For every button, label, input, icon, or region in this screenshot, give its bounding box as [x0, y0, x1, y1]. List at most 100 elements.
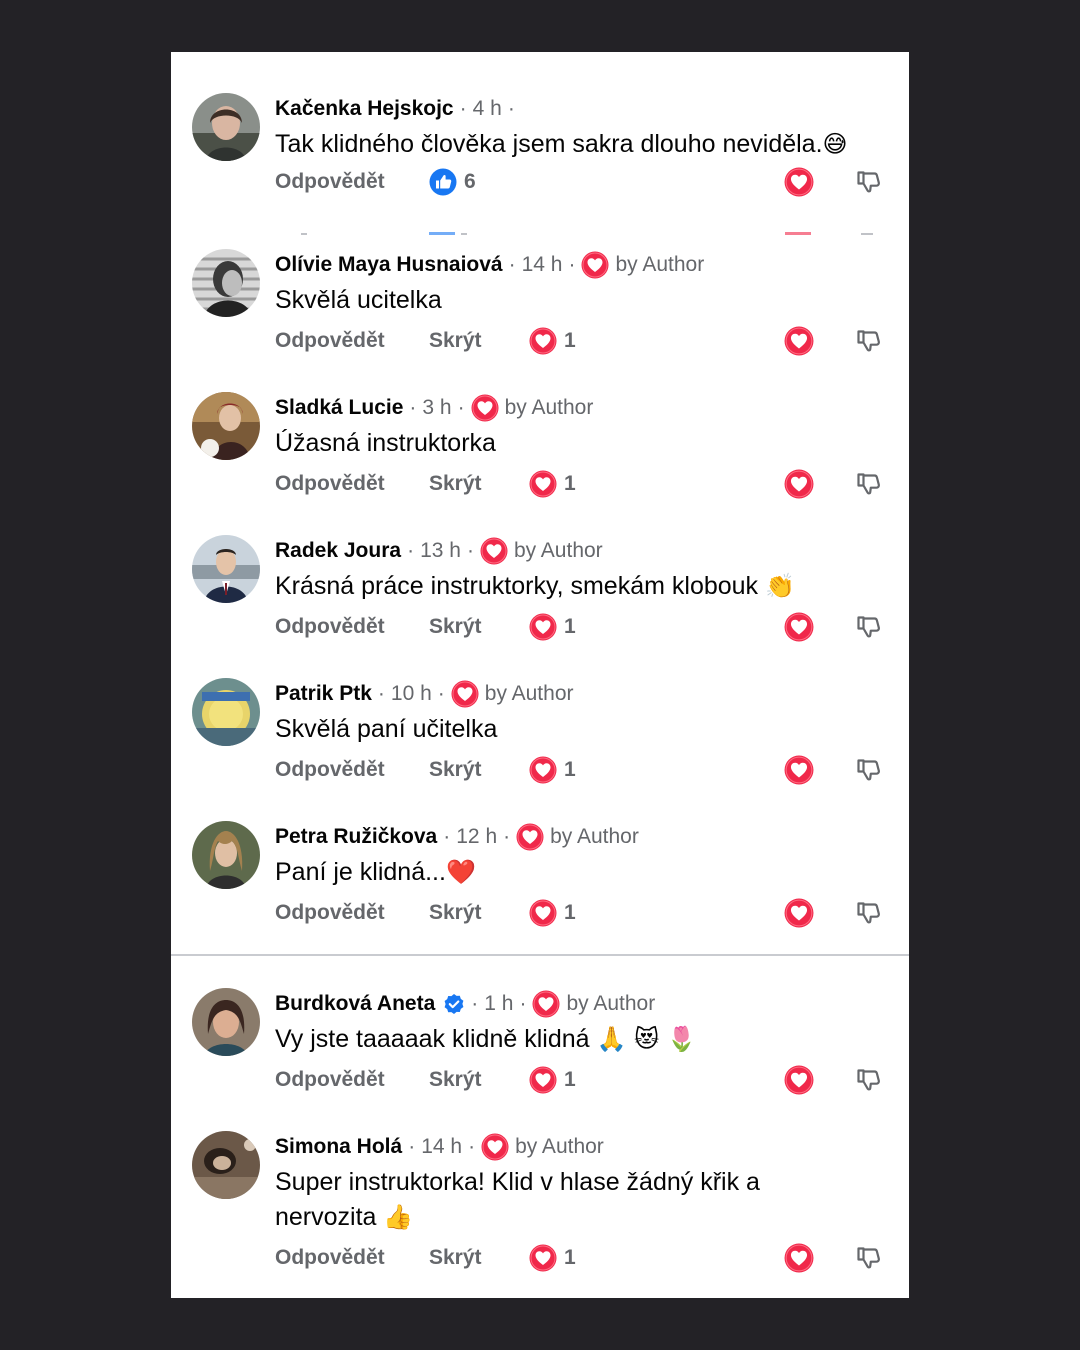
reply-button[interactable]: Odpovědět	[275, 901, 429, 925]
hide-button[interactable]: Skrýt	[429, 1246, 529, 1270]
heart-icon	[784, 326, 814, 356]
timestamp[interactable]: 4 h	[473, 97, 502, 121]
avatar[interactable]	[192, 988, 260, 1056]
emoji: 👏	[765, 572, 795, 600]
timestamp[interactable]: 12 h	[456, 825, 497, 849]
love-button[interactable]	[784, 1243, 814, 1273]
avatar[interactable]	[192, 535, 260, 603]
hide-button[interactable]: Skrýt	[429, 758, 529, 782]
timestamp[interactable]: 14 h	[421, 1135, 462, 1159]
hide-button[interactable]: Skrýt	[429, 472, 529, 496]
comment-meta: Simona Holá · 14 h · by Author	[275, 1133, 604, 1161]
hide-button[interactable]: Skrýt	[429, 1068, 529, 1092]
reply-button[interactable]: Odpovědět	[275, 758, 429, 782]
dislike-button[interactable]	[854, 168, 882, 196]
avatar[interactable]	[192, 821, 260, 889]
reply-button[interactable]: Odpovědět	[275, 1068, 429, 1092]
reaction-summary[interactable]: 1	[529, 899, 576, 927]
separator: ·	[471, 992, 479, 1015]
love-button[interactable]	[784, 1065, 814, 1095]
heart-icon	[784, 755, 814, 785]
reaction-summary[interactable]: 6	[429, 168, 476, 196]
love-button[interactable]	[784, 898, 814, 928]
timestamp[interactable]: 10 h	[391, 682, 432, 706]
hide-button[interactable]: Skrýt	[429, 615, 529, 639]
comment-body: Tak klidného člověka jsem sakra dlouho n…	[275, 130, 823, 158]
reaction-summary[interactable]: 1	[529, 756, 576, 784]
comment-body: Úžasná instruktorka	[275, 429, 496, 457]
comment-meta: Petra Ružičkova · 12 h · by Author	[275, 823, 639, 851]
reaction-count: 1	[564, 1246, 576, 1269]
timestamp[interactable]: 14 h	[522, 253, 563, 277]
author-name[interactable]: Simona Holá	[275, 1135, 402, 1159]
dislike-button[interactable]	[854, 613, 882, 641]
separator: ·	[468, 1135, 476, 1158]
dislike-button[interactable]	[854, 1066, 882, 1094]
reply-button[interactable]: Odpovědět	[275, 329, 429, 353]
author-name[interactable]: Petra Ružičkova	[275, 825, 437, 849]
dislike-button[interactable]	[854, 756, 882, 784]
heart-icon	[581, 251, 609, 279]
thumbs-down-icon	[854, 613, 882, 641]
dislike-button[interactable]	[854, 1244, 882, 1272]
heart-icon	[451, 680, 479, 708]
thumbs-down-icon	[854, 756, 882, 784]
reaction-summary[interactable]: 1	[529, 470, 576, 498]
heart-icon	[529, 470, 557, 498]
reaction-summary[interactable]: 1	[529, 613, 576, 641]
love-button[interactable]	[784, 755, 814, 785]
dislike-button[interactable]	[854, 327, 882, 355]
timestamp[interactable]: 13 h	[420, 539, 461, 563]
by-author-label: by Author	[515, 1135, 604, 1158]
comment-meta: Radek Joura · 13 h · by Author	[275, 537, 603, 565]
author-name[interactable]: Olívie Maya Husnaiová	[275, 253, 503, 277]
by-author-label: by Author	[504, 396, 594, 419]
reaction-summary[interactable]: 1	[529, 1244, 576, 1272]
avatar[interactable]	[192, 392, 260, 460]
dislike-button[interactable]	[854, 470, 882, 498]
reaction-summary[interactable]: 1	[529, 1066, 576, 1094]
comment-text: Skvělá paní učitelka	[275, 712, 895, 747]
reaction-count: 1	[564, 329, 576, 352]
avatar[interactable]	[192, 249, 260, 317]
separator: ·	[508, 253, 516, 276]
author-name[interactable]: Burdková Aneta	[275, 992, 435, 1016]
thumbs-up-icon	[429, 168, 457, 196]
separator: ·	[503, 825, 511, 848]
love-button[interactable]	[784, 469, 814, 499]
by-author-label: by Author	[566, 992, 656, 1015]
comment-meta: Burdková Aneta · 1 h · by Author	[275, 990, 655, 1018]
avatar[interactable]	[192, 1131, 260, 1199]
hide-button[interactable]: Skrýt	[429, 329, 529, 353]
reply-button[interactable]: Odpovědět	[275, 1246, 429, 1270]
comment-body: Paní je klidná...	[275, 858, 446, 886]
reply-button[interactable]: Odpovědět	[275, 170, 429, 194]
love-button[interactable]	[784, 326, 814, 356]
hide-button[interactable]: Skrýt	[429, 901, 529, 925]
reply-button[interactable]: Odpovědět	[275, 472, 429, 496]
dislike-button[interactable]	[854, 899, 882, 927]
love-button[interactable]	[784, 167, 814, 197]
heart-icon	[532, 990, 560, 1018]
author-name[interactable]: Patrik Ptk	[275, 682, 372, 706]
heart-icon	[481, 1133, 509, 1161]
reaction-summary[interactable]: 1	[529, 327, 576, 355]
comment-body: Vy jste taaaaak klidně klidná	[275, 1025, 597, 1053]
reaction-count: 1	[564, 1068, 576, 1091]
by-author-label: by Author	[484, 682, 574, 705]
timestamp[interactable]: 3 h	[422, 396, 451, 420]
reply-button[interactable]: Odpovědět	[275, 615, 429, 639]
author-name[interactable]: Kačenka Hejskojc	[275, 97, 454, 121]
avatar[interactable]	[192, 678, 260, 746]
comment-meta: Kačenka Hejskojc · 4 h ·	[275, 95, 521, 123]
love-button[interactable]	[784, 612, 814, 642]
author-name[interactable]: Radek Joura	[275, 539, 401, 563]
timestamp[interactable]: 1 h	[484, 992, 513, 1016]
divider	[171, 954, 909, 956]
avatar[interactable]	[192, 93, 260, 161]
heart-icon	[529, 1066, 557, 1094]
heart-icon	[516, 823, 544, 851]
by-author-label: by Author	[550, 825, 639, 848]
reaction-count: 6	[464, 170, 476, 193]
author-name[interactable]: Sladká Lucie	[275, 396, 403, 420]
